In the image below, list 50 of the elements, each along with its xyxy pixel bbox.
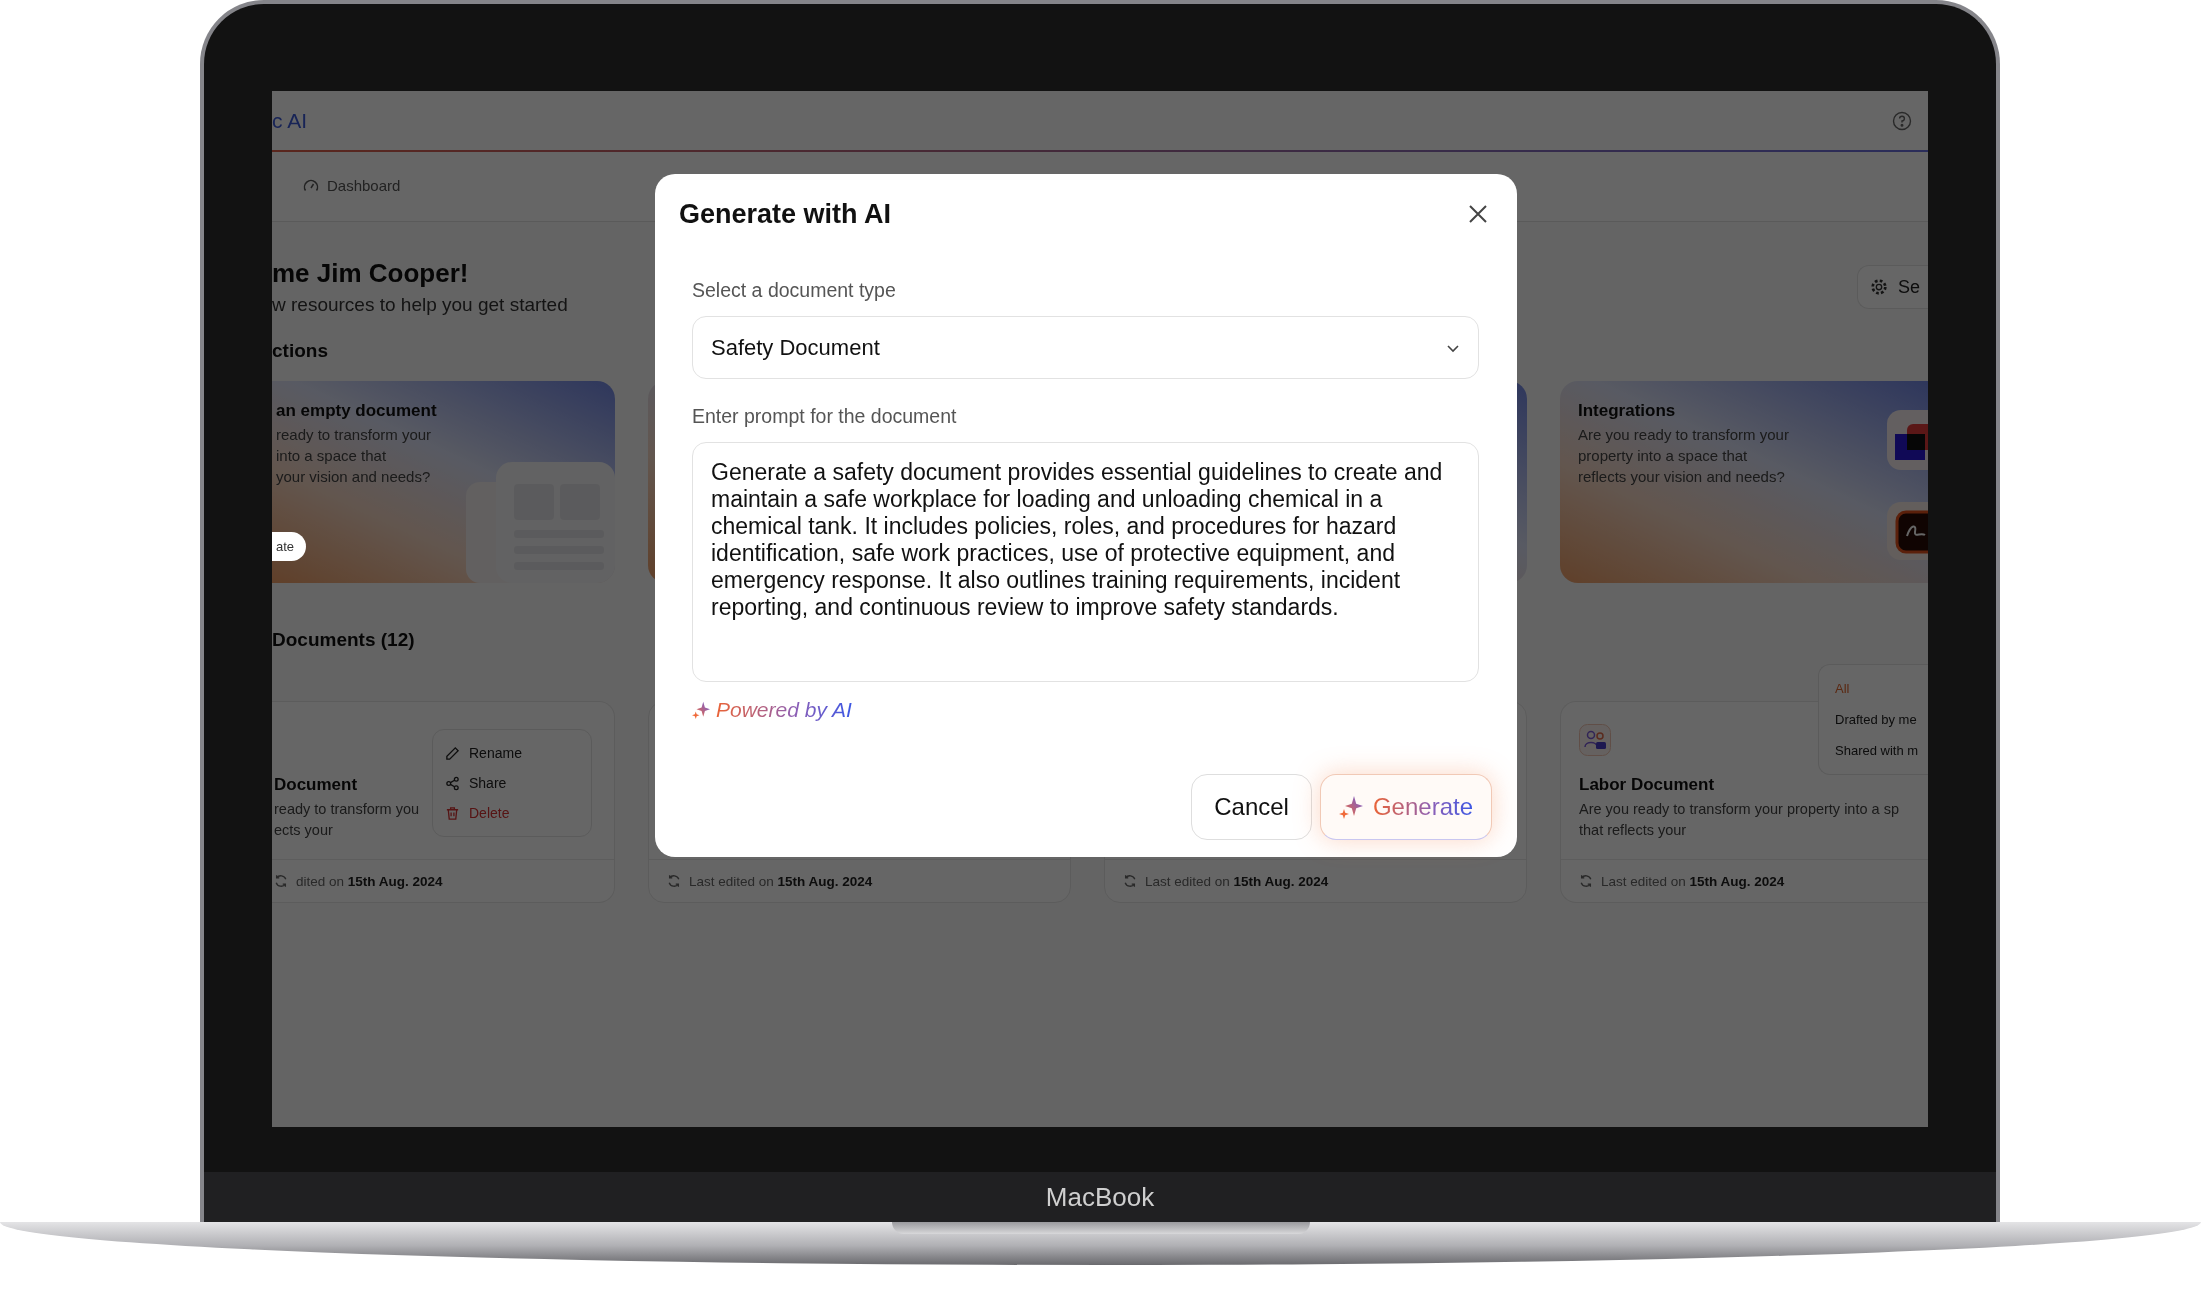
document-description: Are you ready to transform your property into a sp that reflects your xyxy=(1579,800,1899,840)
refresh-icon xyxy=(1579,874,1593,888)
dialog-title: Generate with AI xyxy=(679,198,892,230)
create-button[interactable]: ate xyxy=(272,532,307,561)
sparkle-icon xyxy=(1338,795,1363,819)
document-title: Labor Document xyxy=(1579,775,1715,795)
share-menu-item[interactable]: Share xyxy=(433,768,591,798)
document-description: ready to transform you ects your xyxy=(274,800,420,840)
sparkle-icon xyxy=(692,701,710,719)
document-title: Document xyxy=(274,775,358,795)
dashboard-tab[interactable]: Dashboard xyxy=(299,152,405,221)
card-title: Integrations xyxy=(1578,401,1677,421)
field-label: Select a document type xyxy=(692,278,897,302)
share-icon xyxy=(445,775,460,791)
signature-app-icon xyxy=(1885,502,1928,560)
trash-icon xyxy=(445,805,460,821)
close-icon xyxy=(1467,203,1489,225)
app-icon xyxy=(1885,410,1928,470)
rename-menu-item[interactable]: Rename xyxy=(433,738,591,768)
card-title: an empty document xyxy=(276,401,438,421)
welcome-subtitle: w resources to help you get started xyxy=(272,294,568,316)
help-icon[interactable] xyxy=(1892,110,1912,131)
last-edited-text: Last edited on 15th Aug. 2024 xyxy=(689,873,873,889)
brand-name: c AI xyxy=(272,108,308,133)
filter-option[interactable]: All xyxy=(1819,673,1928,704)
last-edited-text: Last edited on 15th Aug. 2024 xyxy=(1145,873,1329,889)
close-button[interactable] xyxy=(1467,203,1489,225)
last-edited-text: Last edited on 15th Aug. 2024 xyxy=(1601,873,1785,889)
prompt-field[interactable]: Generate a safety document provides essential guidelines to create and maintain a safe workplace for loading and unloading chemical in a chemical tank. It includes policies, roles, and procedures for hazard identification, safe work practices, use of protective equipment, and emergency response. It also outlines training requirements, incident reporting, and continuous review to improve safety standards. xyxy=(692,442,1479,682)
refresh-icon xyxy=(667,874,681,888)
welcome-title: me Jim Cooper! xyxy=(272,258,470,288)
document-type-select[interactable]: Safety Document xyxy=(692,316,1479,379)
device-label: MacBook xyxy=(1045,1183,1155,1211)
card-description: ready to transform your into a space that your vision and needs? xyxy=(276,425,433,487)
cancel-button[interactable]: Cancel xyxy=(1191,774,1312,840)
last-edited-text: dited on 15th Aug. 2024 xyxy=(296,873,443,889)
card-description: Are you ready to transform your property into a space that reflects your vision and needs? xyxy=(1578,425,1790,487)
people-icon xyxy=(1579,724,1611,756)
refresh-icon xyxy=(274,874,288,888)
settings-icon xyxy=(1869,278,1888,296)
delete-menu-item[interactable]: Delete xyxy=(433,798,591,828)
filter-option[interactable]: Shared with m xyxy=(1819,735,1928,766)
filter-option[interactable]: Drafted by me xyxy=(1819,704,1928,735)
generate-button[interactable]: Generate xyxy=(1319,774,1492,840)
section-heading: Documents (12) xyxy=(272,629,415,651)
section-heading: ctions xyxy=(272,340,328,362)
pencil-icon xyxy=(445,745,460,761)
field-label: Enter prompt for the document xyxy=(692,404,958,428)
refresh-icon xyxy=(1123,874,1137,888)
settings-button[interactable]: Se xyxy=(1856,265,1928,309)
